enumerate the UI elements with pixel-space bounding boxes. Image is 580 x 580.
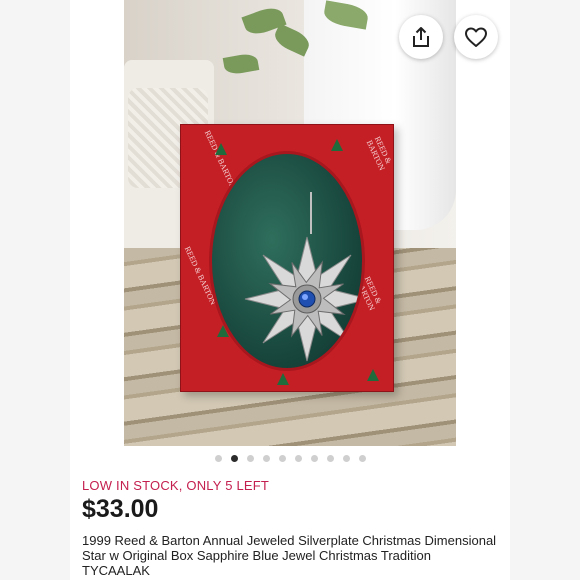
- carousel-dot[interactable]: [246, 455, 254, 462]
- tree-pattern-icon: [331, 139, 343, 151]
- ornament-box: REED & BARTON REED & BARTON REED & BARTO…: [180, 124, 394, 392]
- carousel-dot[interactable]: [342, 455, 350, 462]
- carousel-dot-active[interactable]: [230, 455, 238, 462]
- tree-pattern-icon: [215, 143, 227, 155]
- listing-card: REED & BARTON REED & BARTON REED & BARTO…: [70, 0, 510, 580]
- carousel-dot[interactable]: [262, 455, 270, 462]
- carousel-dot[interactable]: [214, 455, 222, 462]
- ornament-hook: [310, 192, 312, 234]
- tree-pattern-icon: [277, 373, 289, 385]
- heart-icon: [465, 27, 487, 47]
- like-button[interactable]: [454, 15, 498, 59]
- star-ornament: [244, 236, 362, 362]
- carousel-dot[interactable]: [326, 455, 334, 462]
- carousel-dot[interactable]: [278, 455, 286, 462]
- price: $33.00: [82, 495, 159, 523]
- share-button[interactable]: [399, 15, 443, 59]
- tree-pattern-icon: [367, 369, 379, 381]
- stock-status: LOW IN STOCK, ONLY 5 LEFT: [82, 478, 270, 493]
- carousel-dots: [70, 455, 510, 462]
- listing-title[interactable]: 1999 Reed & Barton Annual Jeweled Silver…: [82, 533, 502, 578]
- box-window: [209, 151, 365, 371]
- share-icon: [413, 27, 429, 47]
- carousel-dot[interactable]: [310, 455, 318, 462]
- carousel-dot[interactable]: [358, 455, 366, 462]
- box-print: REED & BARTON: [364, 135, 394, 172]
- carousel-dot[interactable]: [294, 455, 302, 462]
- product-photo[interactable]: REED & BARTON REED & BARTON REED & BARTO…: [124, 0, 456, 446]
